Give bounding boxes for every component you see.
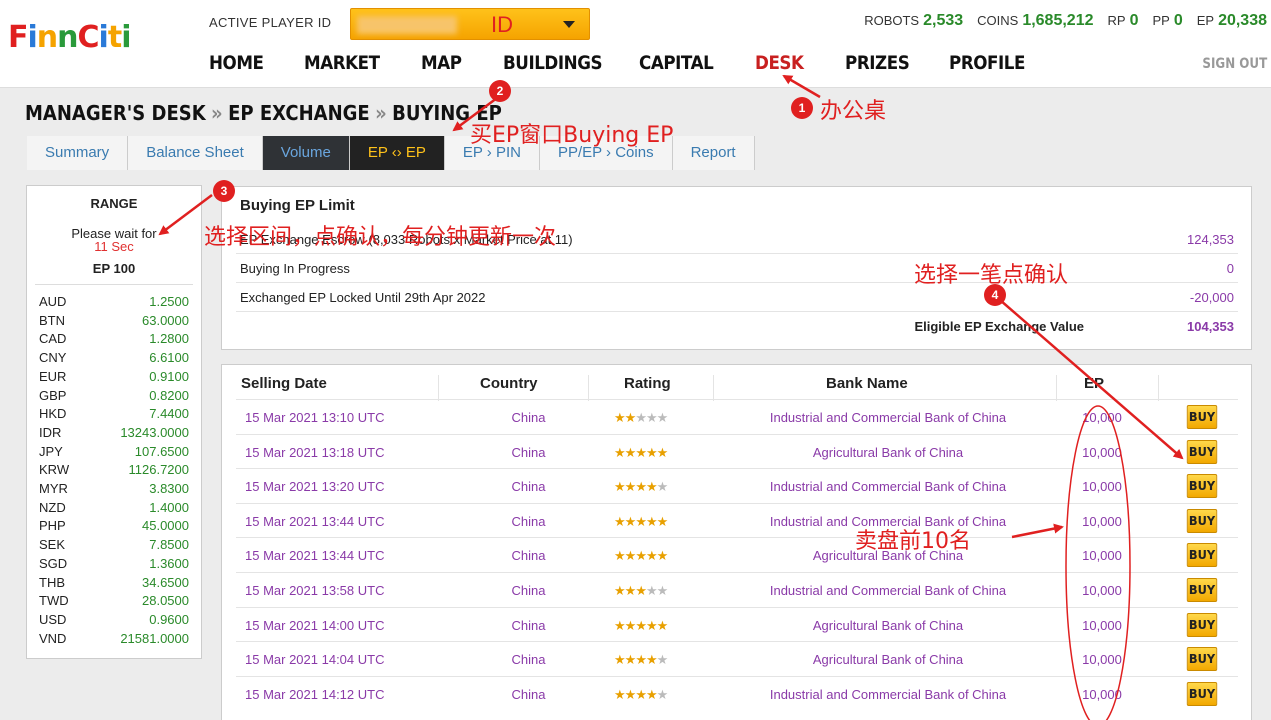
annotation-ellipse xyxy=(1065,405,1131,720)
annotation-arrow-4 xyxy=(999,299,1184,460)
annotation-badge-4: 4 xyxy=(984,284,1006,306)
annotation-badge-3: 3 xyxy=(213,180,235,202)
annotation-text-1: 办公桌 xyxy=(820,99,887,124)
annotation-text-5: 卖盘前10名 xyxy=(855,529,971,554)
annotation-overlay xyxy=(158,74,1184,720)
annotation-arrow-1 xyxy=(782,74,821,99)
annotation-text-3: 选择区间，点确认，每分钟更新一次 xyxy=(204,225,557,250)
page: FinnCiti ACTIVE PLAYER ID ID ROBOTS 2,533… xyxy=(0,0,1271,720)
annotation-arrow-5 xyxy=(1011,523,1064,539)
annotation-badge-1: 1 xyxy=(791,97,813,119)
annotation-badge-2: 2 xyxy=(489,80,511,102)
annotation-text-2: 买EP窗口Buying EP xyxy=(470,123,674,148)
